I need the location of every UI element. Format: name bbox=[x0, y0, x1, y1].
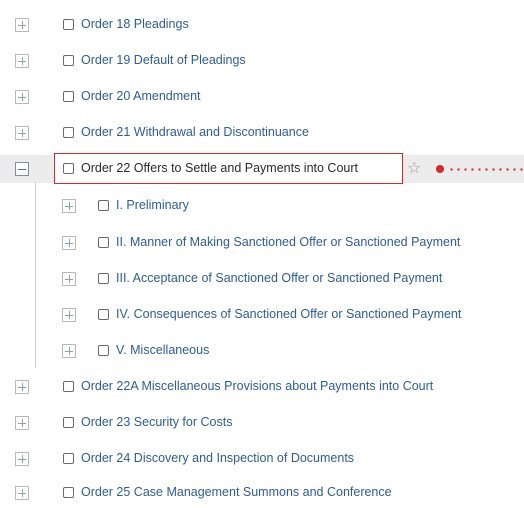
tree-item-acceptance[interactable]: III. Acceptance of Sanctioned Offer or S… bbox=[116, 270, 442, 286]
checkbox[interactable] bbox=[63, 163, 74, 174]
expand-icon[interactable] bbox=[15, 486, 29, 500]
expand-icon[interactable] bbox=[15, 126, 29, 140]
checkbox[interactable] bbox=[98, 345, 109, 356]
tree-item-consequences[interactable]: IV. Consequences of Sanctioned Offer or … bbox=[116, 306, 461, 322]
checkbox[interactable] bbox=[63, 19, 74, 30]
checkbox[interactable] bbox=[63, 417, 74, 428]
checkbox[interactable] bbox=[63, 91, 74, 102]
tree-item-preliminary[interactable]: I. Preliminary bbox=[116, 197, 189, 213]
tree-item-order-18[interactable]: Order 18 Pleadings bbox=[81, 16, 189, 32]
expand-icon[interactable] bbox=[62, 344, 76, 358]
checkbox[interactable] bbox=[63, 55, 74, 66]
tree-item-order-24[interactable]: Order 24 Discovery and Inspection of Doc… bbox=[81, 450, 354, 466]
expand-icon[interactable] bbox=[15, 380, 29, 394]
checkbox[interactable] bbox=[98, 200, 109, 211]
checkbox[interactable] bbox=[63, 127, 74, 138]
tree-item-order-25[interactable]: Order 25 Case Management Summons and Con… bbox=[81, 484, 392, 500]
tree-item-order-20[interactable]: Order 20 Amendment bbox=[81, 88, 201, 104]
tree-item-order-19[interactable]: Order 19 Default of Pleadings bbox=[81, 52, 246, 68]
tree-item-order-21[interactable]: Order 21 Withdrawal and Discontinuance bbox=[81, 124, 309, 140]
pointer-dot bbox=[436, 165, 444, 173]
tree-item-order-22[interactable]: Order 22 Offers to Settle and Payments i… bbox=[81, 160, 358, 176]
checkbox[interactable] bbox=[98, 273, 109, 284]
pointer-line bbox=[448, 168, 524, 171]
tree-item-miscellaneous[interactable]: V. Miscellaneous bbox=[116, 342, 209, 358]
expand-icon[interactable] bbox=[62, 199, 76, 213]
expand-icon[interactable] bbox=[15, 18, 29, 32]
expand-icon[interactable] bbox=[15, 452, 29, 466]
expand-icon[interactable] bbox=[62, 272, 76, 286]
tree-connector-line bbox=[35, 182, 36, 368]
star-icon[interactable]: ☆ bbox=[407, 160, 421, 178]
tree-item-order-23[interactable]: Order 23 Security for Costs bbox=[81, 414, 232, 430]
expand-icon[interactable] bbox=[15, 416, 29, 430]
expand-icon[interactable] bbox=[15, 90, 29, 104]
checkbox[interactable] bbox=[63, 381, 74, 392]
checkbox[interactable] bbox=[63, 487, 74, 498]
checkbox[interactable] bbox=[98, 237, 109, 248]
expand-icon[interactable] bbox=[62, 308, 76, 322]
order-tree: Order 18 Pleadings Order 19 Default of P… bbox=[0, 0, 524, 508]
tree-item-order-22a[interactable]: Order 22A Miscellaneous Provisions about… bbox=[81, 378, 433, 394]
expand-icon[interactable] bbox=[15, 54, 29, 68]
expand-icon[interactable] bbox=[62, 236, 76, 250]
tree-item-manner-of-making[interactable]: II. Manner of Making Sanctioned Offer or… bbox=[116, 234, 460, 250]
checkbox[interactable] bbox=[98, 309, 109, 320]
collapse-icon[interactable] bbox=[15, 162, 29, 176]
checkbox[interactable] bbox=[63, 453, 74, 464]
